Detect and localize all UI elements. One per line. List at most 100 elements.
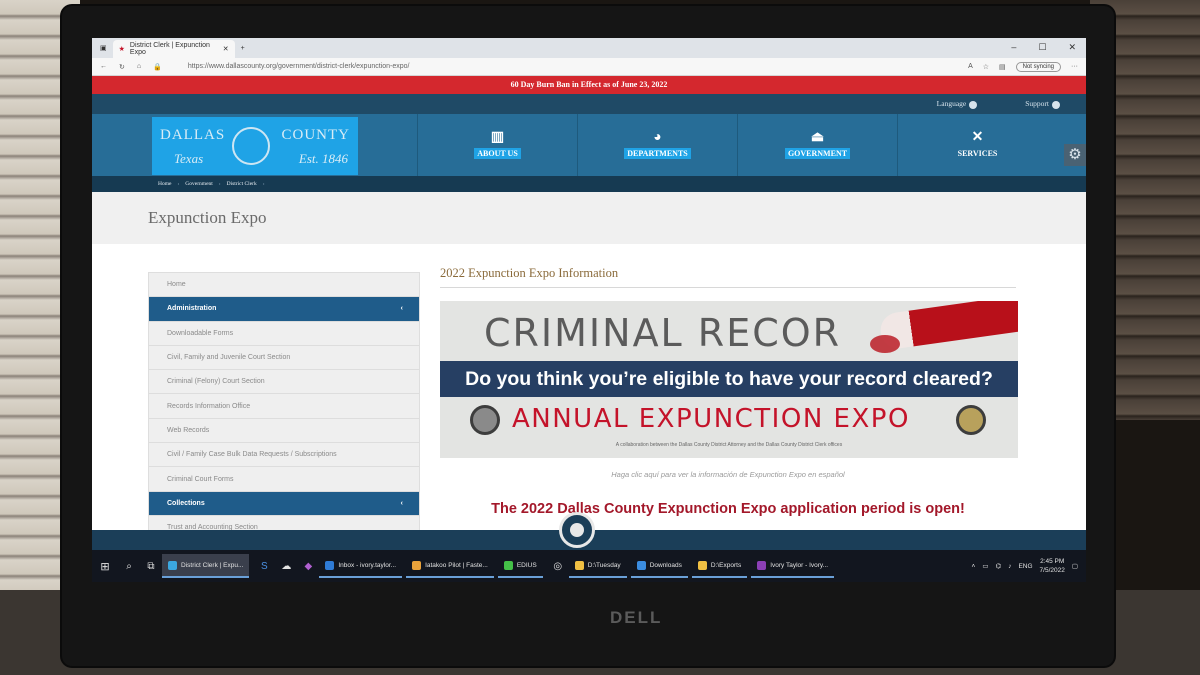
chevron-left-icon: ‹ — [400, 499, 403, 507]
network-icon[interactable]: ⌬ — [996, 562, 1002, 570]
folder-icon — [574, 560, 584, 570]
utility-bar: Language Support — [92, 94, 1086, 114]
breadcrumb-district-clerk[interactable]: District Clerk — [227, 181, 257, 187]
address-bar: ← ↻ ⌂ 🔒 https://www.dallascounty.org/gov… — [92, 58, 1086, 76]
globe-icon — [969, 100, 978, 109]
promo-question: Do you think you’re eligible to have you… — [440, 361, 1018, 397]
system-tray: ˄ ▭ ⌬ ♪ ENG 2:45 PM 7/5/2022 ▢ — [972, 557, 1086, 575]
logo-est: Est. 1846 — [298, 151, 348, 166]
pinned-app-cloud-icon[interactable]: ☁ — [275, 561, 297, 572]
sidebar-item-criminal-felony[interactable]: Criminal (Felony) Court Section — [149, 370, 419, 395]
notifications-icon[interactable]: ▢ — [1072, 562, 1078, 570]
capitol-icon: ⏏ — [810, 130, 825, 145]
language-indicator[interactable]: ENG — [1018, 563, 1032, 570]
screen: ▣ ★ District Clerk | Expunction Expo ✕ +… — [92, 38, 1086, 582]
favicon-star-icon: ★ — [118, 46, 125, 53]
sidebar-item-civil-family-juvenile[interactable]: Civil, Family and Juvenile Court Section — [149, 346, 419, 371]
breadcrumb-chevron-icon: › — [218, 181, 221, 187]
folder-icon — [697, 560, 707, 570]
volume-icon[interactable]: ♪ — [1008, 563, 1011, 570]
search-icon[interactable]: ⌕ — [118, 561, 140, 572]
clock[interactable]: 2:45 PM 7/5/2022 — [1040, 557, 1065, 575]
url-field[interactable]: https://www.dallascounty.org/government/… — [188, 63, 410, 70]
nav-about-us[interactable]: ▥ ABOUT US — [417, 114, 577, 176]
outlook-icon — [325, 560, 335, 570]
settings-gear-icon[interactable]: ⚙ — [1064, 144, 1086, 166]
windows-start-icon[interactable]: ⊞ — [92, 560, 118, 573]
page-title-bar: Expunction Expo — [92, 192, 1086, 244]
browser-tab-bar: ▣ ★ District Clerk | Expunction Expo ✕ +… — [92, 38, 1086, 58]
taskbar-app-outlook[interactable]: Inbox - ivory.taylor... — [319, 554, 403, 578]
window-controls: – ☐ ✕ — [1011, 42, 1076, 53]
taskbar-app-edge[interactable]: District Clerk | Expu... — [162, 554, 250, 578]
sidebar-item-web-records[interactable]: Web Records — [149, 419, 419, 444]
nav-services[interactable]: ✕ SERVICES — [897, 114, 1057, 176]
sidebar-item-records-information[interactable]: Records Information Office — [149, 394, 419, 419]
new-tab-icon[interactable]: + — [241, 45, 245, 52]
taskbar-app-teams[interactable]: Ivory Taylor - Ivory... — [751, 554, 835, 578]
promo-criminal-record-text: CRIMINAL RECOR — [484, 311, 842, 355]
sync-button[interactable]: Not syncing — [1015, 61, 1061, 72]
browser-tab[interactable]: ★ District Clerk | Expunction Expo ✕ — [112, 40, 235, 58]
taskbar-app-edius[interactable]: EDIUS — [497, 554, 543, 578]
chrome-icon — [412, 560, 422, 570]
help-icon — [1052, 100, 1060, 109]
more-icon[interactable]: ··· — [1071, 63, 1078, 70]
back-icon[interactable]: ← — [100, 63, 107, 70]
sidebar-item-downloadable-forms[interactable]: Downloadable Forms — [149, 322, 419, 346]
site-header: DALLAS COUNTY Texas Est. 1846 ▥ ABOUT US… — [92, 114, 1086, 176]
read-aloud-icon[interactable]: A — [968, 63, 973, 70]
expunction-promo-image: CRIMINAL RECOR Do you think you’re eligi… — [440, 301, 1018, 458]
spanish-info-link[interactable]: Haga clic aquí para ver la información d… — [440, 470, 1016, 479]
nav-government[interactable]: ⏏ GOVERNMENT — [737, 114, 897, 176]
pinned-app-purple-icon[interactable]: ◆ — [297, 561, 319, 572]
pinned-app-s-icon[interactable]: S — [253, 561, 275, 572]
tab-close-icon[interactable]: ✕ — [223, 45, 229, 53]
main-content: 2022 Expunction Expo Information CRIMINA… — [440, 266, 1018, 517]
tab-actions-icon[interactable]: ▣ — [100, 44, 107, 52]
windows-taskbar: ⊞ ⌕ ⧉ District Clerk | Expu... S ☁ ◆ Inb… — [92, 550, 1086, 582]
burn-ban-banner[interactable]: 60 Day Burn Ban in Effect as of June 23,… — [92, 76, 1086, 94]
promo-collaboration-note: A collaboration between the Dallas Count… — [615, 442, 843, 448]
taskbar-app-chrome[interactable]: Iatakoo Pilot | Faste... — [406, 554, 494, 578]
taskbar-app-downloads[interactable]: Downloads — [630, 554, 688, 578]
logo-county: COUNTY — [281, 127, 350, 143]
close-window-icon[interactable]: ✕ — [1068, 42, 1076, 53]
refresh-icon[interactable]: ↻ — [119, 63, 125, 71]
sidebar-section-collections[interactable]: Collections ‹ — [149, 491, 419, 516]
edius-icon — [503, 560, 513, 570]
monitor-brand: DELL — [610, 608, 663, 627]
breadcrumb-home[interactable]: Home — [158, 181, 171, 187]
nav-departments[interactable]: ◕ DEPARTMENTS — [577, 114, 737, 176]
breadcrumb-government[interactable]: Government — [185, 181, 213, 187]
red-blot-icon — [870, 335, 900, 353]
sidebar-item-home[interactable]: Home — [149, 273, 419, 298]
sidebar-menu: Home Administration ‹ Downloadable Forms … — [148, 272, 420, 542]
chevron-up-icon[interactable]: ˄ — [972, 563, 976, 570]
battery-icon[interactable]: ▭ — [982, 562, 988, 570]
language-link[interactable]: Language — [937, 99, 978, 109]
sidebar-item-bulk-data[interactable]: Civil / Family Case Bulk Data Requests /… — [149, 443, 419, 468]
support-link[interactable]: Support — [1025, 99, 1060, 109]
back-to-top-seal-icon[interactable] — [559, 512, 595, 548]
pinned-app-round-icon[interactable]: ◎ — [547, 561, 569, 572]
maximize-icon[interactable]: ☐ — [1038, 42, 1046, 53]
task-view-icon[interactable]: ⧉ — [140, 561, 162, 572]
home-icon[interactable]: ⌂ — [137, 63, 141, 70]
section-heading: 2022 Expunction Expo Information — [440, 266, 619, 280]
breadcrumb: Home › Government › District Clerk › — [92, 176, 1086, 192]
favorite-icon[interactable]: ☆ — [983, 63, 989, 71]
collections-icon[interactable]: ▤ — [999, 63, 1006, 71]
promo-expo-title: ANNUAL EXPUNCTION EXPO — [512, 404, 910, 434]
sidebar-item-criminal-court-forms[interactable]: Criminal Court Forms — [149, 467, 419, 492]
county-seal-icon — [232, 127, 270, 165]
taskbar-app-folder-exports[interactable]: D:\Exports — [691, 554, 748, 578]
sidebar-section-administration[interactable]: Administration ‹ — [149, 297, 419, 322]
tab-title: District Clerk | Expunction Expo — [129, 42, 210, 56]
dallas-county-logo[interactable]: DALLAS COUNTY Texas Est. 1846 — [152, 117, 358, 175]
building-icon: ▥ — [490, 130, 505, 145]
pie-chart-icon: ◕ — [653, 130, 662, 145]
divider — [440, 287, 1016, 288]
taskbar-app-folder-tuesday[interactable]: D:\Tuesday — [568, 554, 627, 578]
minimize-icon[interactable]: – — [1011, 42, 1016, 53]
